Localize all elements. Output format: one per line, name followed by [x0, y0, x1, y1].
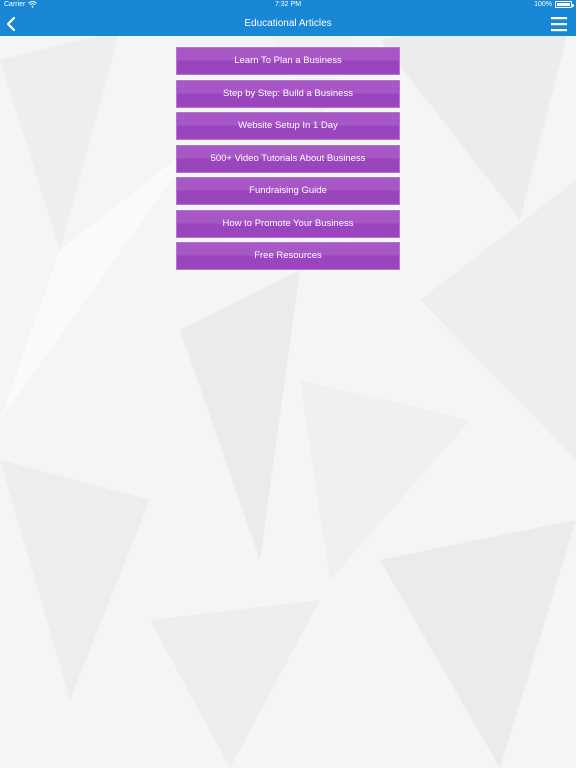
- menu-item-plan-business[interactable]: Learn To Plan a Business: [176, 47, 400, 75]
- battery-percentage: 100%: [534, 1, 552, 8]
- menu-item-free-resources[interactable]: Free Resources: [176, 242, 400, 270]
- status-time: 7:32 PM: [274, 1, 302, 8]
- article-menu: Learn To Plan a Business Step by Step: B…: [176, 47, 400, 270]
- hamburger-menu-icon: [551, 17, 567, 32]
- status-right: 100%: [534, 1, 574, 8]
- menu-button[interactable]: [550, 16, 568, 32]
- menu-item-fundraising-guide[interactable]: Fundraising Guide: [176, 177, 400, 205]
- menu-item-build-business[interactable]: Step by Step: Build a Business: [176, 79, 400, 108]
- menu-item-website-setup[interactable]: Website Setup In 1 Day: [176, 112, 400, 140]
- navigation-bar: Educational Articles: [0, 12, 576, 36]
- page-title: Educational Articles: [244, 18, 332, 29]
- battery-fill: [557, 3, 570, 6]
- status-bar: Carrier 7:32 PM 100%: [0, 0, 576, 12]
- menu-item-promote-business[interactable]: How to Promote Your Business: [176, 209, 400, 238]
- battery-icon: [555, 1, 574, 8]
- menu-item-video-tutorials[interactable]: 500+ Video Tutorials About Business: [176, 144, 400, 173]
